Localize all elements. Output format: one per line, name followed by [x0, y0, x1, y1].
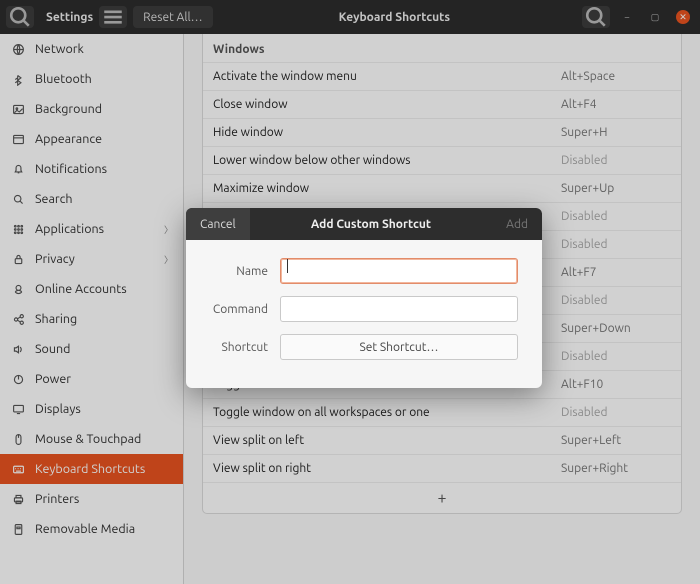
shortcut-label: Shortcut [210, 341, 280, 354]
command-input[interactable] [280, 296, 518, 322]
name-label: Name [210, 265, 280, 278]
command-label: Command [210, 303, 280, 316]
dialog-header: Cancel Add Custom Shortcut Add [186, 208, 542, 240]
cancel-button[interactable]: Cancel [186, 208, 250, 240]
add-custom-shortcut-dialog: Cancel Add Custom Shortcut Add Name Comm… [186, 208, 542, 388]
dialog-title: Add Custom Shortcut [250, 218, 492, 231]
name-input[interactable] [280, 258, 518, 284]
add-button[interactable]: Add [492, 208, 542, 240]
set-shortcut-button[interactable]: Set Shortcut… [280, 334, 518, 360]
